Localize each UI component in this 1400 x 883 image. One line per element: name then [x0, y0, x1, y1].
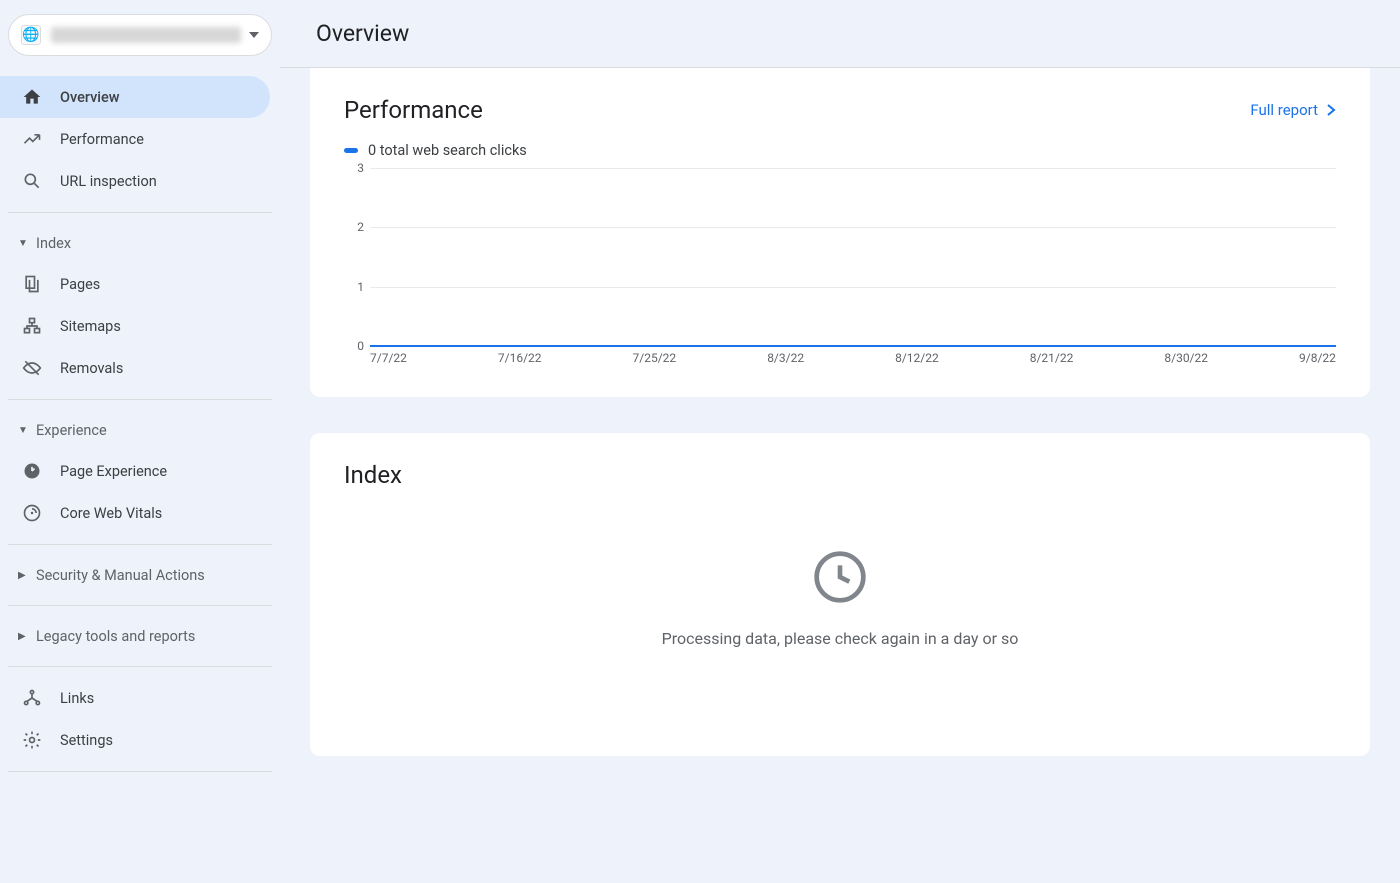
sidebar-item-url-inspection[interactable]: URL inspection [0, 160, 270, 202]
removals-icon [22, 358, 42, 378]
page-title: Overview [316, 20, 409, 47]
property-name-redacted [51, 27, 241, 43]
divider [8, 605, 272, 606]
x-tick: 8/30/22 [1164, 351, 1208, 369]
caret-down-icon: ▼ [18, 425, 32, 436]
y-tick: 1 [350, 280, 364, 294]
y-tick: 3 [350, 161, 364, 175]
section-index[interactable]: ▼ Index [0, 223, 280, 263]
sidebar-item-removals[interactable]: Removals [0, 347, 270, 389]
x-tick: 9/8/22 [1299, 351, 1336, 369]
index-card: Index Processing data, please check agai… [310, 433, 1370, 756]
sidebar-item-label: Overview [60, 89, 120, 106]
chevron-down-icon [249, 32, 259, 38]
divider [8, 212, 272, 213]
legend-text: 0 total web search clicks [368, 142, 527, 159]
property-selector[interactable]: 🌐 [8, 14, 272, 56]
sidebar-item-sitemaps[interactable]: Sitemaps [0, 305, 270, 347]
section-label: Experience [36, 422, 107, 439]
x-axis: 7/7/22 7/16/22 7/25/22 8/3/22 8/12/22 8/… [370, 351, 1336, 369]
link-label: Full report [1250, 101, 1318, 119]
settings-icon [22, 730, 42, 750]
clock-icon [344, 549, 1336, 605]
y-tick: 0 [350, 339, 364, 353]
y-tick: 2 [350, 220, 364, 234]
page-experience-icon [22, 461, 42, 481]
sidebar: 🌐 Overview Performance URL inspection [0, 0, 280, 883]
caret-down-icon: ▼ [18, 238, 32, 249]
chart-line [370, 345, 1336, 347]
x-tick: 8/3/22 [767, 351, 804, 369]
x-tick: 7/25/22 [633, 351, 677, 369]
card-title: Index [344, 461, 1336, 489]
sidebar-item-performance[interactable]: Performance [0, 118, 270, 160]
processing-message: Processing data, please check again in a… [344, 629, 1336, 648]
sidebar-item-label: Sitemaps [60, 318, 121, 335]
main-content: Overview Performance Full report 0 total… [280, 0, 1400, 883]
sidebar-item-label: Performance [60, 131, 144, 148]
divider [8, 399, 272, 400]
x-tick: 8/21/22 [1030, 351, 1074, 369]
home-icon [22, 87, 42, 107]
sidebar-item-label: Settings [60, 732, 113, 749]
divider [8, 666, 272, 667]
divider [8, 544, 272, 545]
legend-swatch [344, 148, 358, 153]
full-report-link[interactable]: Full report [1250, 101, 1336, 119]
section-legacy[interactable]: ▶ Legacy tools and reports [0, 616, 280, 656]
caret-right-icon: ▶ [18, 570, 32, 581]
section-label: Legacy tools and reports [36, 628, 195, 645]
performance-chart: 3 2 1 0 7/7/22 7/16/22 7/25/22 8/3/22 8/… [344, 169, 1336, 369]
sidebar-item-core-web-vitals[interactable]: Core Web Vitals [0, 492, 270, 534]
x-tick: 7/16/22 [498, 351, 542, 369]
sidebar-item-label: Core Web Vitals [60, 505, 162, 522]
sidebar-item-overview[interactable]: Overview [0, 76, 270, 118]
vitals-icon [22, 503, 42, 523]
sidebar-item-label: Links [60, 690, 94, 707]
section-experience[interactable]: ▼ Experience [0, 410, 280, 450]
sitemap-icon [22, 316, 42, 336]
x-tick: 7/7/22 [370, 351, 407, 369]
sidebar-item-pages[interactable]: Pages [0, 263, 270, 305]
sidebar-item-label: URL inspection [60, 173, 157, 190]
globe-icon: 🌐 [21, 25, 41, 45]
section-label: Security & Manual Actions [36, 567, 205, 584]
section-label: Index [36, 235, 71, 252]
sidebar-item-label: Page Experience [60, 463, 167, 480]
pages-icon [22, 274, 42, 294]
sidebar-item-page-experience[interactable]: Page Experience [0, 450, 270, 492]
sidebar-item-label: Removals [60, 360, 123, 377]
sidebar-item-label: Pages [60, 276, 100, 293]
section-security[interactable]: ▶ Security & Manual Actions [0, 555, 280, 595]
card-title: Performance [344, 96, 483, 124]
chevron-right-icon [1326, 103, 1336, 117]
links-icon [22, 688, 42, 708]
search-icon [22, 171, 42, 191]
page-header: Overview [280, 0, 1400, 68]
trending-icon [22, 129, 42, 149]
caret-right-icon: ▶ [18, 631, 32, 642]
performance-card: Performance Full report 0 total web sear… [310, 68, 1370, 397]
chart-legend: 0 total web search clicks [344, 142, 1336, 159]
divider [8, 771, 272, 772]
x-tick: 8/12/22 [895, 351, 939, 369]
sidebar-item-settings[interactable]: Settings [0, 719, 270, 761]
sidebar-item-links[interactable]: Links [0, 677, 270, 719]
